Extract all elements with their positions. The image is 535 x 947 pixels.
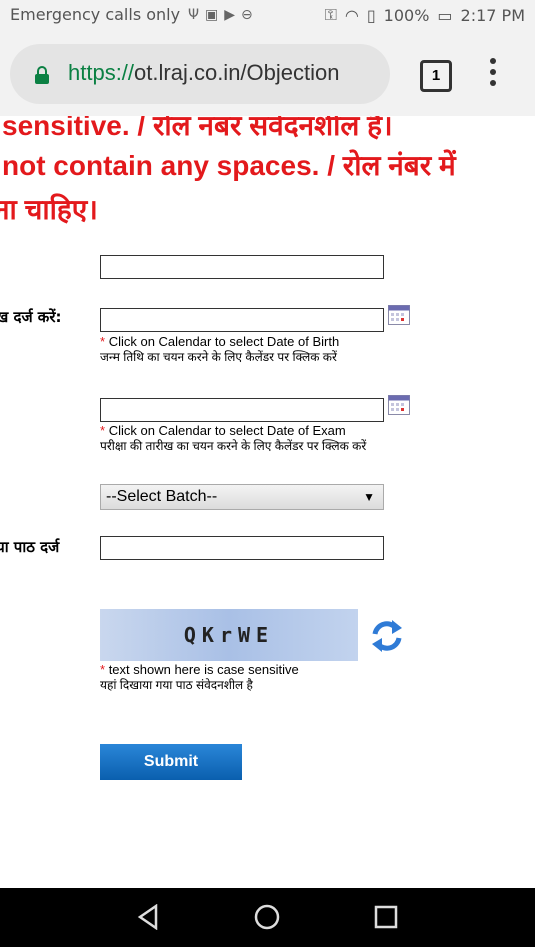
carrier-text: Emergency calls only (10, 5, 181, 24)
dropdown-arrow-icon: ▼ (363, 490, 375, 504)
required-mark: * (100, 423, 106, 438)
required-mark: * (100, 334, 106, 349)
recents-icon[interactable] (374, 904, 398, 930)
page-content: sensitive. / रोल नंबर संवेदनशील है। not … (0, 116, 535, 888)
clock: 2:17 PM (460, 5, 525, 25)
usb-icon: Ψ (188, 7, 200, 23)
refresh-icon[interactable] (370, 616, 404, 656)
roll-number-input[interactable] (100, 255, 384, 279)
notification-icons: Ψ ▣ ▶ ⊖ (188, 7, 253, 23)
browser-toolbar: https://ot.lraj.co.in/Objection 1 (0, 30, 535, 116)
submit-button[interactable]: Submit (100, 744, 242, 780)
url-scheme: https:// (68, 60, 135, 85)
captcha-label: या पाठ दर्ज (0, 538, 60, 556)
overflow-menu-icon[interactable] (486, 58, 500, 88)
captcha-hint: * text shown here is case sensitive यहां… (100, 662, 299, 693)
battery-icon: ▭ (437, 5, 453, 25)
key-icon: ⚿ (324, 5, 337, 24)
exam-hint-hi: परीक्षा की तारीख का चयन करने के लिए कैले… (100, 439, 367, 453)
home-icon[interactable] (254, 904, 280, 930)
exam-hint: * Click on Calendar to select Date of Ex… (100, 423, 366, 454)
dob-label: ख दर्ज करें: (0, 308, 62, 326)
batch-select[interactable]: --Select Batch-- ▼ (100, 484, 384, 510)
wifi-icon: ◠ (344, 5, 359, 25)
url-text[interactable]: https://ot.lraj.co.in/Objection (68, 60, 388, 86)
captcha-image: QKrWE (100, 609, 358, 661)
system-nav-bar (0, 888, 535, 947)
exam-hint-en: Click on Calendar to select Date of Exam (108, 423, 346, 438)
back-icon[interactable] (136, 904, 160, 930)
data-saver-icon: ▯ (366, 5, 376, 25)
captcha-text: QKrWE (183, 623, 275, 647)
notice-line-3: ना चाहिए। (0, 194, 98, 225)
batch-select-value: --Select Batch-- (106, 488, 218, 505)
dob-hint: * Click on Calendar to select Date of Bi… (100, 334, 339, 365)
lock-icon (35, 66, 49, 84)
dob-hint-en: Click on Calendar to select Date of Birt… (108, 334, 340, 349)
calendar-icon[interactable] (388, 395, 410, 415)
url-rest: ot.lraj.co.in/Objection (134, 60, 340, 85)
gallery-icon: ▣ (205, 7, 219, 23)
link-icon: ⊖ (241, 7, 253, 23)
notice-line-1: sensitive. / रोल नंबर संवेदनशील है। (2, 116, 393, 141)
status-right: ⚿ ◠ ▯ 100% ▭ 2:17 PM (325, 5, 525, 25)
address-bar[interactable]: https://ot.lraj.co.in/Objection (10, 44, 390, 104)
captcha-hint-en: text shown here is case sensitive (108, 662, 299, 677)
exam-date-input[interactable] (100, 398, 384, 422)
calendar-icon[interactable] (388, 305, 410, 325)
tab-switcher-button[interactable]: 1 (420, 60, 452, 92)
dob-input[interactable] (100, 308, 384, 332)
notice-line-2: not contain any spaces. / रोल नंबर में (2, 150, 456, 181)
captcha-input[interactable] (100, 536, 384, 560)
dob-hint-hi: जन्म तिथि का चयन करने के लिए कैलेंडर पर … (100, 350, 337, 364)
status-bar: Emergency calls only Ψ ▣ ▶ ⊖ ⚿ ◠ ▯ 100% … (0, 0, 535, 30)
play-store-icon: ▶ (224, 7, 236, 23)
required-mark: * (100, 662, 106, 677)
battery-percent: 100% (383, 5, 430, 25)
captcha-hint-hi: यहां दिखाया गया पाठ संवेदनशील है (100, 678, 253, 692)
